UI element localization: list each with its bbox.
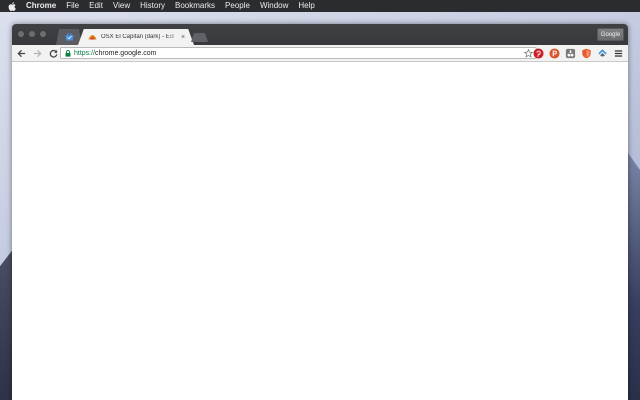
menu-edit[interactable]: Edit: [84, 0, 108, 12]
menu-people[interactable]: People: [220, 0, 255, 12]
menu-window[interactable]: Window: [255, 0, 293, 12]
url-scheme: https://: [74, 49, 96, 57]
toolbar: https:// chrome.google.com: [12, 45, 628, 62]
menu-history[interactable]: History: [135, 0, 170, 12]
menu-bar: Chrome File Edit View History Bookmarks …: [0, 0, 640, 12]
zoom-window-button[interactable]: [40, 31, 46, 37]
window-controls: [18, 31, 46, 37]
page-content[interactable]: [12, 63, 628, 400]
producthunt-icon[interactable]: [548, 47, 560, 59]
ublock-icon[interactable]: [580, 47, 592, 59]
back-arrow-icon: [16, 49, 25, 57]
extension-favicon: [88, 35, 97, 40]
menu-file[interactable]: File: [61, 0, 84, 12]
minimize-window-button[interactable]: [29, 31, 35, 37]
forward-button[interactable]: [30, 46, 44, 60]
forward-arrow-icon: [33, 49, 42, 57]
menu-bookmarks[interactable]: Bookmarks: [170, 0, 220, 12]
tab-pinned-web-store[interactable]: [56, 29, 82, 45]
reload-button[interactable]: [46, 46, 60, 60]
reload-icon: [49, 49, 57, 58]
desktop-wallpaper-right: [626, 150, 640, 400]
browser-window: OSX El Capitan (dark) - Edi × Google htt…: [12, 24, 628, 400]
new-tab-button[interactable]: [191, 33, 208, 42]
menu-icon[interactable]: [612, 47, 624, 59]
lock-icon[interactable]: [65, 49, 71, 57]
menu-app-name[interactable]: Chrome: [20, 0, 61, 12]
pinterest-icon[interactable]: [532, 47, 544, 59]
menu-help[interactable]: Help: [293, 0, 319, 12]
address-bar[interactable]: https:// chrome.google.com: [60, 47, 537, 59]
tab-active[interactable]: OSX El Capitan (dark) - Edi ×: [78, 29, 194, 45]
tab-close-icon[interactable]: ×: [178, 34, 188, 41]
back-button[interactable]: [14, 46, 28, 60]
tampermonkey-icon[interactable]: [564, 47, 576, 59]
chrome-web-store-icon: [65, 33, 73, 41]
tab-strip: OSX El Capitan (dark) - Edi × Google: [12, 24, 628, 45]
url-host: chrome.google.com: [95, 49, 157, 57]
apple-menu-icon[interactable]: [0, 0, 20, 12]
profile-button[interactable]: Google: [597, 28, 624, 41]
extension-toolbar: [532, 47, 624, 59]
close-window-button[interactable]: [18, 31, 24, 37]
tab-title: OSX El Capitan (dark) - Edi: [101, 34, 175, 40]
menu-view[interactable]: View: [108, 0, 135, 12]
feedly-icon[interactable]: [596, 47, 608, 59]
